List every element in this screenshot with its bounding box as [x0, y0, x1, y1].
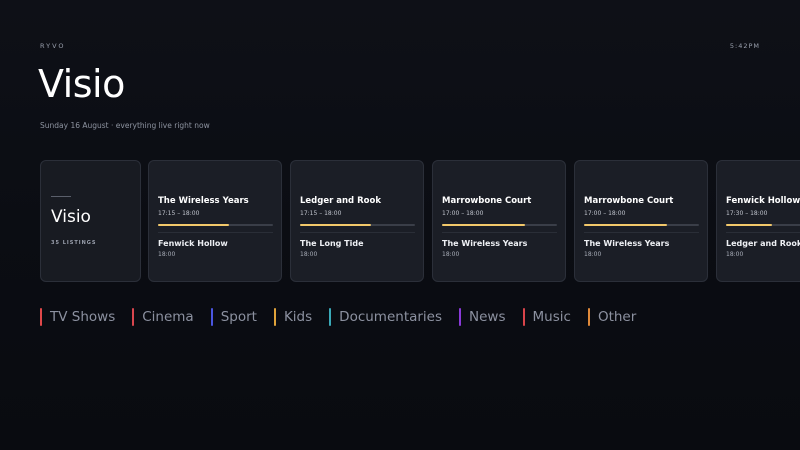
- card-divider: [584, 232, 699, 233]
- category-label: Music: [532, 309, 571, 325]
- category-tab[interactable]: Kids: [273, 308, 313, 326]
- category-label: Cinema: [142, 309, 194, 325]
- now-playing-time: 17:15 – 18:00: [158, 210, 200, 217]
- up-next-title: The Wireless Years: [584, 239, 670, 248]
- category-label: Other: [597, 309, 637, 325]
- up-next-title: The Long Tide: [300, 239, 364, 248]
- progress-fill: [300, 224, 372, 226]
- category-tab[interactable]: Music: [522, 308, 571, 326]
- progress-track: [300, 224, 415, 226]
- progress-track: [584, 224, 699, 226]
- card-divider: [158, 232, 273, 233]
- category-label: News: [469, 309, 506, 325]
- progress-fill: [726, 224, 772, 226]
- category-tab[interactable]: News: [459, 308, 506, 326]
- now-playing-time: 17:00 – 18:00: [442, 210, 484, 217]
- now-playing-title: Fenwick Hollow: [726, 196, 800, 206]
- progress-track: [158, 224, 273, 226]
- progress-fill: [584, 224, 667, 226]
- now-playing-title: Ledger and Rook: [300, 196, 381, 206]
- card-divider: [442, 232, 557, 233]
- listing-count: 35 LISTINGS: [51, 240, 97, 246]
- category-label: Sport: [220, 309, 257, 325]
- brand-logo: RYVO: [40, 42, 66, 50]
- up-next-time: 18:00: [442, 251, 460, 258]
- category-label: Kids: [283, 309, 313, 325]
- category-color-bar: [210, 308, 213, 326]
- channel-row: Visio 35 LISTINGS The Wireless Years 17:1…: [40, 160, 800, 284]
- up-next-title: The Wireless Years: [442, 239, 528, 248]
- page-subtitle: Sunday 16 August · everything live right…: [40, 121, 210, 130]
- summary-divider: [51, 196, 71, 197]
- category-tab[interactable]: Sport: [210, 308, 257, 326]
- category-color-bar: [132, 308, 135, 326]
- category-color-bar: [459, 308, 462, 326]
- now-playing-title: The Wireless Years: [158, 196, 249, 206]
- card-divider: [726, 232, 800, 233]
- category-label: Documentaries: [339, 309, 443, 325]
- category-bar: TV Shows Cinema Sport Kids Documentaries News…: [40, 308, 653, 326]
- category-tab[interactable]: Documentaries: [329, 308, 442, 326]
- category-color-bar: [329, 308, 332, 326]
- up-next-time: 18:00: [158, 251, 176, 258]
- progress-track: [726, 224, 800, 226]
- channel-card[interactable]: Marrowbone Court 17:00 – 18:00 The Wireles…: [432, 160, 566, 282]
- now-playing-title: Marrowbone Court: [442, 196, 532, 206]
- up-next-title: Ledger and Rook: [726, 239, 800, 248]
- category-tab[interactable]: TV Shows: [40, 308, 115, 326]
- channel-card[interactable]: Marrowbone Court 17:00 – 18:00 The Wireles…: [574, 160, 708, 282]
- channel-card[interactable]: Fenwick Hollow 17:30 – 18:00 Ledger and Ro…: [716, 160, 800, 282]
- channel-card[interactable]: Ledger and Rook 17:15 – 18:00 The Long Tid…: [290, 160, 424, 282]
- category-label: TV Shows: [50, 309, 116, 325]
- card-divider: [300, 232, 415, 233]
- progress-fill: [442, 224, 525, 226]
- up-next-time: 18:00: [300, 251, 318, 258]
- channel-card[interactable]: The Wireless Years 17:15 – 18:00 Fenwick H…: [148, 160, 282, 282]
- category-color-bar: [587, 308, 590, 326]
- up-next-time: 18:00: [584, 251, 602, 258]
- now-playing-time: 17:15 – 18:00: [300, 210, 342, 217]
- clock: 5:42PM: [729, 42, 760, 50]
- channel-summary-card[interactable]: Visio 35 LISTINGS: [40, 160, 141, 282]
- category-tab[interactable]: Other: [587, 308, 637, 326]
- progress-fill: [158, 224, 230, 226]
- category-color-bar: [40, 308, 42, 326]
- up-next-title: Fenwick Hollow: [158, 239, 228, 248]
- now-playing-title: Marrowbone Court: [584, 196, 674, 206]
- page-title: Visio: [38, 62, 125, 106]
- category-tab[interactable]: Cinema: [132, 308, 194, 326]
- now-playing-time: 17:00 – 18:00: [584, 210, 626, 217]
- summary-name: Visio: [51, 207, 91, 227]
- up-next-time: 18:00: [726, 251, 744, 258]
- category-color-bar: [522, 308, 525, 326]
- now-playing-time: 17:30 – 18:00: [726, 210, 768, 217]
- category-color-bar: [273, 308, 276, 326]
- progress-track: [442, 224, 557, 226]
